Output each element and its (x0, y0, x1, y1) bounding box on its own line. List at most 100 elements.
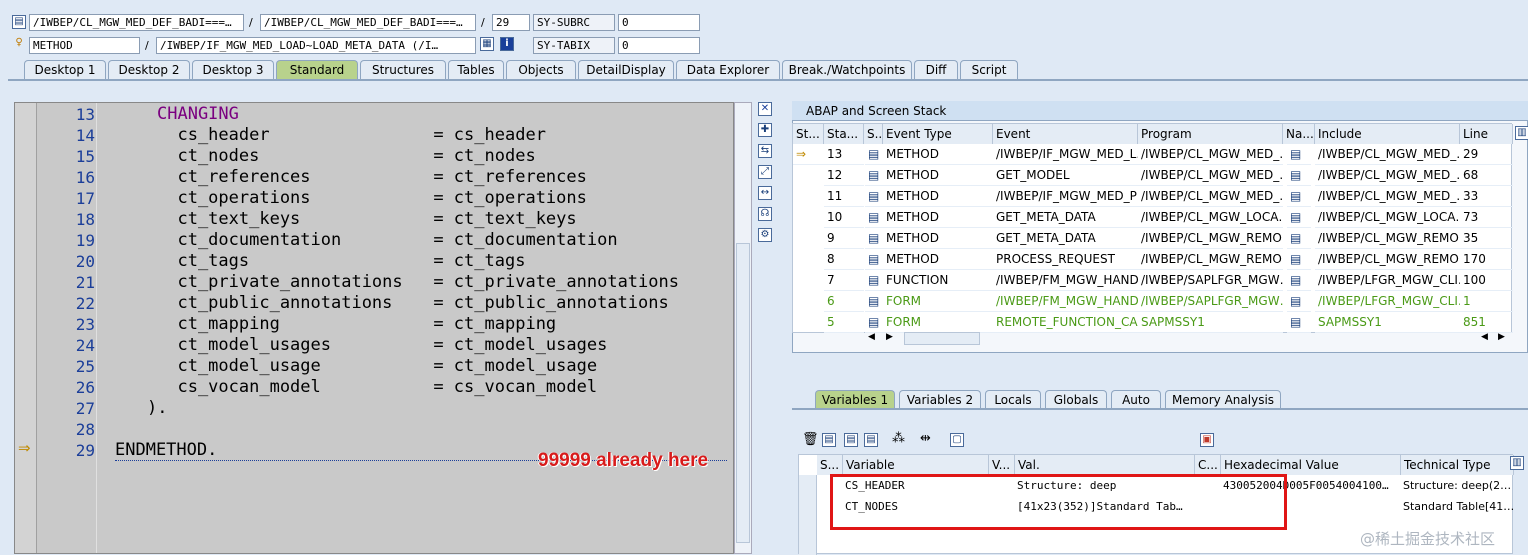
scroll-left-icon[interactable]: ◀ (868, 332, 875, 342)
hscroll-thumb[interactable] (904, 332, 980, 345)
navigate-icon[interactable]: ▤ (1287, 144, 1311, 165)
delete-icon[interactable]: 🗑 (802, 432, 819, 447)
tab-variables-1[interactable]: Variables 1 (815, 390, 895, 409)
navigate-icon[interactable]: ▤ (1287, 249, 1311, 270)
column-settings-icon[interactable]: ▥ (1515, 126, 1528, 140)
tab-objects[interactable]: Objects (506, 60, 576, 80)
navigate-icon[interactable]: ▤ (1287, 312, 1311, 333)
col-event-type[interactable]: Event Type (883, 124, 993, 144)
code-line[interactable]: ct_tags = ct_tags (157, 251, 525, 272)
code-line[interactable]: ct_model_usages = ct_model_usages (157, 335, 607, 356)
col-variable[interactable]: Variable (843, 455, 989, 475)
code-line[interactable]: ct_public_annotations = ct_public_annota… (157, 293, 668, 314)
col-c[interactable]: C... (1195, 455, 1221, 475)
col-include[interactable]: Include (1315, 124, 1460, 144)
col-status[interactable]: St... (793, 124, 824, 144)
navigate-icon[interactable]: ▤ (1287, 186, 1311, 207)
headset-icon[interactable]: ☊ (758, 207, 772, 221)
col-value[interactable]: Val. (1015, 455, 1195, 475)
code-line[interactable]: ENDMETHOD. (115, 440, 217, 461)
scroll-right-icon[interactable]: ▶ (886, 332, 893, 342)
col-nav[interactable]: Na... (1283, 124, 1315, 144)
stack-hscroll[interactable]: ◀ ▶ ◀ ▶ (868, 332, 1513, 346)
save-variables-icon[interactable]: ▤ (864, 433, 878, 447)
line-field[interactable]: 29 (492, 14, 530, 31)
tab-memory-analysis[interactable]: Memory Analysis (1165, 390, 1281, 409)
code-line[interactable]: ct_private_annotations = ct_private_anno… (157, 272, 679, 293)
code-line[interactable]: cs_header = cs_header (157, 125, 545, 146)
navigate-icon[interactable]: ▤ (1287, 207, 1311, 228)
col-v[interactable]: V... (989, 455, 1015, 475)
tab-structures[interactable]: Structures (360, 60, 446, 80)
close-icon[interactable]: ✕ (758, 102, 772, 116)
col-line[interactable]: Line (1460, 124, 1513, 144)
swap-icon[interactable]: ⇆ (758, 144, 772, 158)
event-field[interactable]: /IWBEP/IF_MGW_MED_LOAD~LOAD_META_DATA (/… (156, 37, 476, 54)
tab-breakpoints[interactable]: Break./Watchpoints (782, 60, 912, 80)
new-tool-icon[interactable]: ✚ (758, 123, 772, 137)
tree-icon[interactable]: ⁂ (892, 431, 905, 446)
code-line[interactable]: ct_nodes = ct_nodes (157, 146, 535, 167)
code-line[interactable]: ct_model_usage = ct_model_usage (157, 356, 597, 377)
row-selector-column[interactable] (799, 475, 817, 555)
col-hex[interactable]: Hexadecimal Value (1221, 455, 1401, 475)
tab-auto[interactable]: Auto (1111, 390, 1161, 409)
stack-row[interactable]: ▤ ▤ 6 FORM/IWBEP/FM_MGW_HAND…/IWBEP/SAPLFGR… (793, 291, 1513, 312)
col-stack-level[interactable]: Sta... (824, 124, 864, 144)
export-icon[interactable]: ▤ (822, 433, 836, 447)
col-technical-type[interactable]: Technical Type (1401, 455, 1514, 475)
col-program[interactable]: Program (1138, 124, 1283, 144)
code-line[interactable]: cs_vocan_model = cs_vocan_model (157, 377, 597, 398)
main-program-field[interactable]: /IWBEP/CL_MGW_MED_DEF_BADI===… (29, 14, 244, 31)
tab-script[interactable]: Script (960, 60, 1018, 80)
import-icon[interactable]: ▤ (844, 433, 858, 447)
tab-data-explorer[interactable]: Data Explorer (676, 60, 780, 80)
scroll-left-icon[interactable]: ◀ (1481, 332, 1488, 342)
code-line[interactable]: CHANGING (157, 104, 239, 125)
stack-row[interactable]: ▤ ▤ 11 METHOD/IWBEP/IF_MGW_MED_P…/IWBEP/CL_… (793, 186, 1513, 207)
code-line[interactable]: ct_mapping = ct_mapping (157, 314, 556, 335)
scroll-right-icon[interactable]: ▶ (1498, 332, 1505, 342)
tab-desktop-2[interactable]: Desktop 2 (108, 60, 190, 80)
navigate-icon[interactable]: ▤ (1287, 228, 1311, 249)
stack-row[interactable]: ▤ ▤ 8 METHOD PROCESS_REQUEST/IWBEP/CL_MGW_RE… (793, 249, 1513, 270)
stack-row[interactable]: ▤ ▤ 10 METHOD GET_META_DATA/IWBEP/CL_MGW_LOC… (793, 207, 1513, 228)
include-field[interactable]: /IWBEP/CL_MGW_MED_DEF_BADI===… (260, 14, 476, 31)
navigate-icon[interactable]: ▤ (1287, 291, 1311, 312)
code-line[interactable]: ct_references = ct_references (157, 167, 586, 188)
tab-standard[interactable]: Standard (276, 60, 358, 80)
tab-desktop-1[interactable]: Desktop 1 (24, 60, 106, 80)
resize-icon[interactable]: ↔ (758, 186, 772, 200)
folder-icon[interactable]: ▢ (950, 433, 964, 447)
navigate-icon[interactable]: ▦ (480, 37, 494, 51)
tab-variables-2[interactable]: Variables 2 (899, 390, 981, 409)
info-icon[interactable]: i (500, 37, 514, 51)
col-var-status[interactable]: S... (817, 455, 843, 475)
tab-tables[interactable]: Tables (448, 60, 504, 80)
save-icon[interactable]: ▣ (1200, 433, 1214, 447)
stack-row[interactable]: ▤ ▤ 5 FORM REMOTE_FUNCTION_CA… SAPMSSY1 SAPMSS… (793, 312, 1513, 333)
code-line[interactable]: ). (147, 398, 167, 419)
services-icon[interactable]: ⚙ (758, 228, 772, 242)
breakpoint-gutter[interactable] (15, 103, 37, 553)
source-editor[interactable]: 13 14 15 16 17 18 19 20 21 22 23 24 25 26 27 28 29 CHANG… (14, 102, 734, 554)
editor-scrollbar[interactable] (734, 102, 752, 554)
maximize-icon[interactable]: ⤢ (758, 165, 772, 179)
tab-desktop-3[interactable]: Desktop 3 (192, 60, 274, 80)
stack-row[interactable]: ▤ ▤ 9 METHOD GET_META_DATA/IWBEP/CL_MGW_REMO… (793, 228, 1513, 249)
tab-detaildisplay[interactable]: DetailDisplay (578, 60, 674, 80)
tab-diff[interactable]: Diff (914, 60, 958, 80)
col-event[interactable]: Event (993, 124, 1138, 144)
navigate-icon[interactable]: ▤ (1287, 270, 1311, 291)
column-settings-icon[interactable]: ▥ (1510, 456, 1524, 470)
navigate-arrows-icon[interactable]: ⇹ (920, 431, 931, 446)
scroll-thumb[interactable] (736, 243, 750, 543)
event-type-field[interactable]: METHOD (29, 37, 140, 54)
tab-locals[interactable]: Locals (985, 390, 1041, 409)
tab-globals[interactable]: Globals (1045, 390, 1107, 409)
stack-row[interactable]: ⇒ ▤ ▤ 13 METHOD/IWBEP/IF_MGW_MED_L…/IWBEP/CL… (793, 144, 1513, 165)
stack-row[interactable]: ▤ ▤ 7 FUNCTION/IWBEP/FM_MGW_HAND…/IWBEP/SAP… (793, 270, 1513, 291)
col-s[interactable]: S... (864, 124, 883, 144)
navigate-icon[interactable]: ▤ (1287, 165, 1311, 186)
stack-row[interactable]: ▤ ▤ 12 METHOD GET_MODEL/IWBEP/CL_MGW_MED_…/I… (793, 165, 1513, 186)
